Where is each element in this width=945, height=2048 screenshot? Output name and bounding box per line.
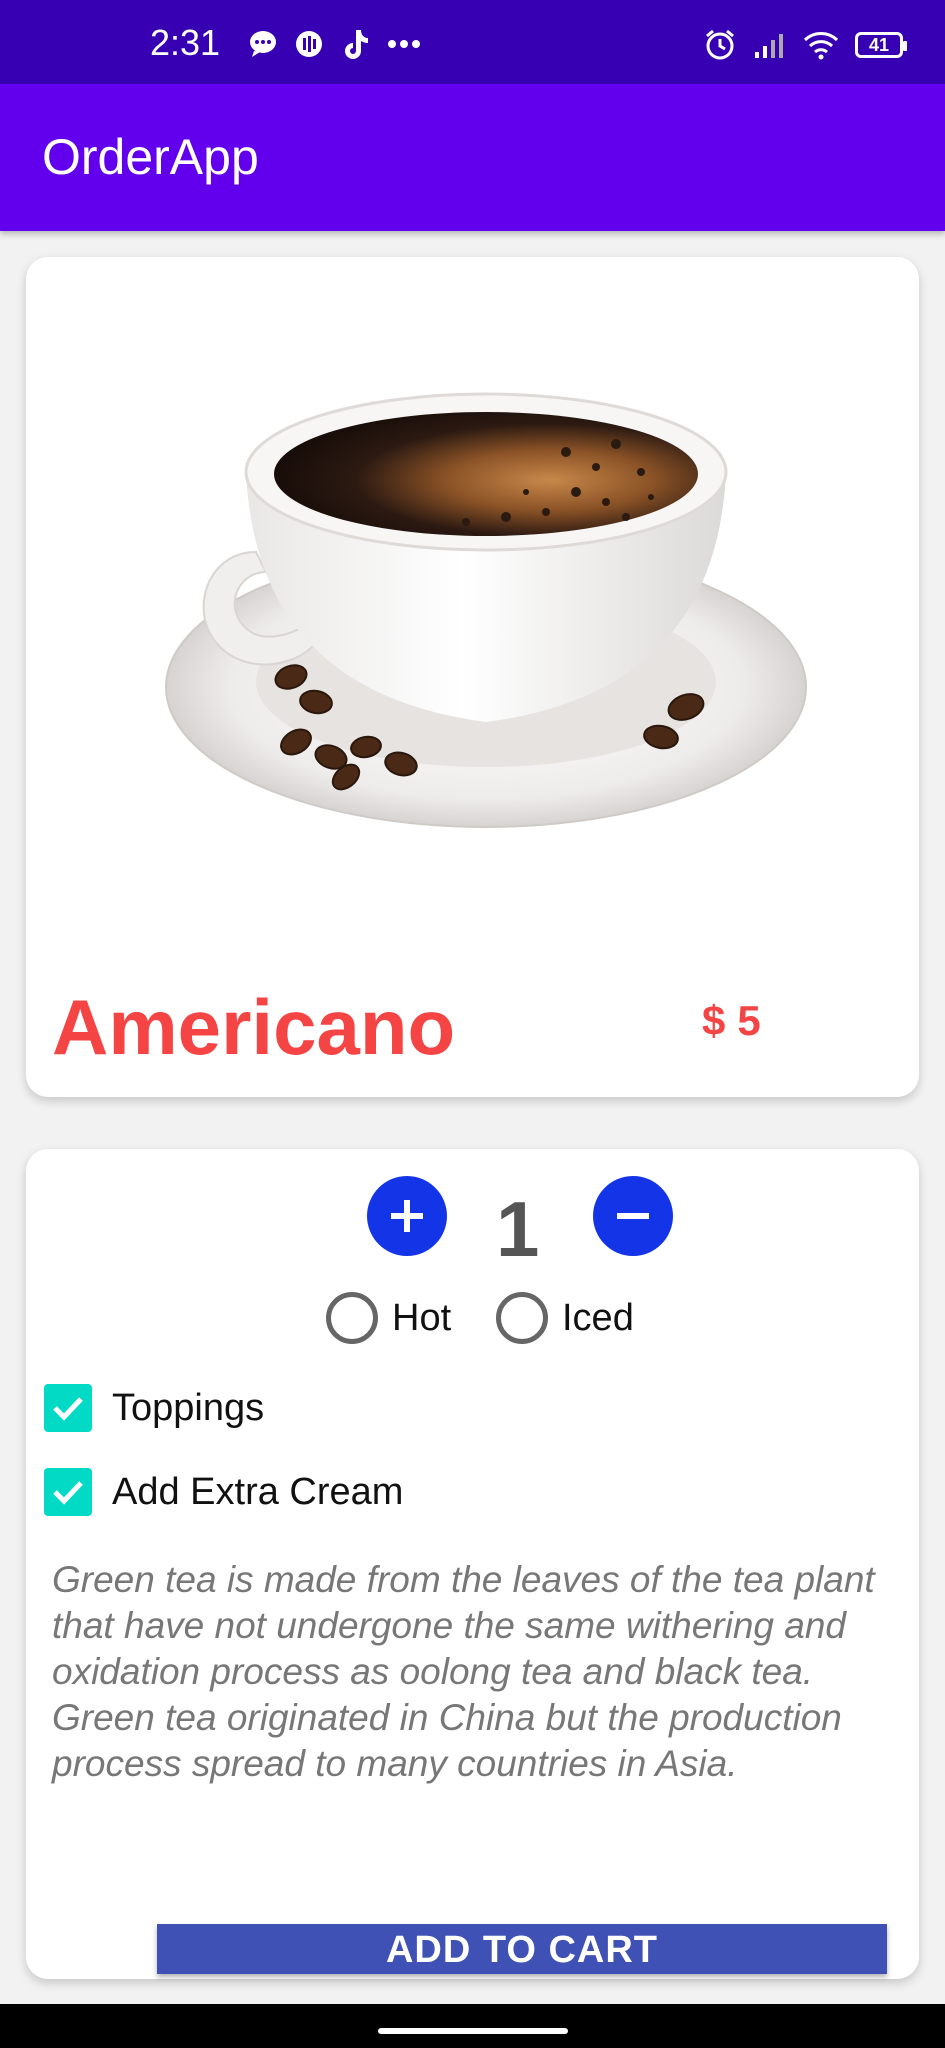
radio-circle-icon	[326, 1292, 378, 1344]
add-to-cart-button[interactable]: ADD TO CART	[157, 1924, 887, 1974]
quantity-stepper: 1	[26, 1176, 919, 1273]
product-price: $ 5	[702, 997, 761, 1045]
radio-circle-icon	[496, 1292, 548, 1344]
status-bar: 2:31 41	[0, 0, 945, 84]
home-gesture-handle[interactable]	[378, 2028, 568, 2034]
app-bar: OrderApp	[0, 84, 945, 231]
radio-iced-label: Iced	[562, 1296, 634, 1339]
product-card: Americano $ 5	[26, 257, 919, 1097]
radio-iced[interactable]: Iced	[496, 1292, 634, 1344]
alarm-icon	[703, 28, 737, 62]
plus-icon	[391, 1200, 423, 1232]
increase-quantity-button[interactable]	[367, 1176, 447, 1256]
quantity-value: 1	[496, 1185, 540, 1273]
order-options-card: 1 Hot Iced Toppings Add Extra Cream Gree…	[26, 1149, 919, 1979]
message-icon	[248, 29, 278, 59]
checkbox-checked-icon	[44, 1384, 92, 1432]
extra-cream-checkbox[interactable]: Add Extra Cream	[44, 1468, 403, 1516]
status-time: 2:31	[150, 22, 221, 63]
extra-cream-label: Add Extra Cream	[112, 1470, 404, 1513]
minus-icon	[617, 1213, 649, 1219]
signal-icon	[753, 30, 787, 60]
price-value: 5	[737, 997, 761, 1044]
product-description: Green tea is made from the leaves of the…	[52, 1559, 875, 1784]
checkbox-checked-icon	[44, 1468, 92, 1516]
navigation-bar	[0, 2004, 945, 2048]
battery-icon: 41	[855, 32, 907, 58]
temperature-radio-group: Hot Iced	[26, 1292, 919, 1352]
radio-hot[interactable]: Hot	[326, 1292, 451, 1344]
toppings-label: Toppings	[112, 1386, 265, 1429]
app-title: OrderApp	[42, 129, 259, 185]
status-icons-right: 41	[703, 28, 907, 62]
wifi-icon	[803, 30, 839, 60]
tiktok-icon	[340, 28, 370, 60]
toppings-checkbox[interactable]: Toppings	[44, 1384, 264, 1432]
status-icons-left	[248, 28, 422, 60]
price-currency: $	[702, 997, 726, 1044]
product-name: Americano	[52, 983, 456, 1071]
coffee-cup-image	[146, 372, 826, 842]
more-dots-icon	[386, 38, 422, 50]
music-icon	[294, 29, 324, 59]
decrease-quantity-button[interactable]	[593, 1176, 673, 1256]
radio-hot-label: Hot	[392, 1296, 452, 1339]
